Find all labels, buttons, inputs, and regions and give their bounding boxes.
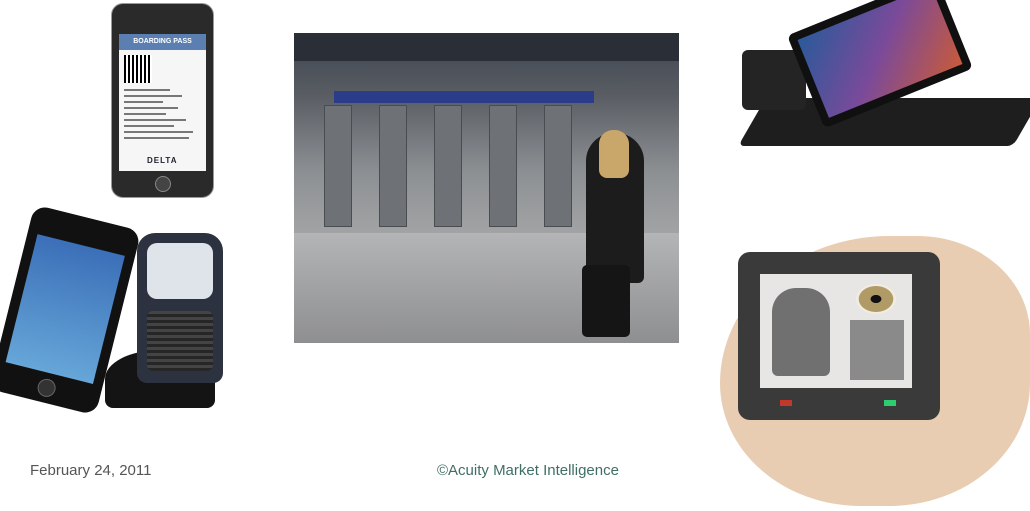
green-indicator-light [884,400,896,406]
gate-turnstile [544,105,572,227]
gate-sign [334,91,594,103]
airport-gate-photo [294,33,679,343]
contactless-payment-reader [137,233,223,383]
biometric-screen [760,274,912,388]
copyright-notice: ©Acuity Market Intelligence [437,462,619,479]
gate-turnstile [489,105,517,227]
home-button-icon [35,376,58,399]
red-indicator-light [780,400,792,406]
iris-scan-icon [856,284,896,314]
boarding-pass-screen: BOARDING PASS DELTA [119,34,206,171]
boarding-pass-phone-image: BOARDING PASS DELTA [112,4,213,197]
gate-turnstile [379,105,407,227]
boarding-pass-details [124,89,201,143]
delta-logo: DELTA [147,156,178,165]
gate-turnstile [434,105,462,227]
reader-grill [147,311,213,371]
ceiling [294,33,679,61]
card-logos [147,243,213,299]
slide-date: February 24, 2011 [30,462,152,479]
home-button-icon [155,176,171,192]
suitcase-icon [582,265,630,337]
biometric-handheld-device [738,252,940,420]
fingerprint-icon [772,288,830,376]
qr-code-icon [124,55,152,83]
traveler-hair [599,130,629,178]
smartphone-home-screen [5,234,125,384]
face-photo-icon [850,320,904,380]
gate-turnstile [324,105,352,227]
boarding-pass-header: BOARDING PASS [119,34,206,50]
